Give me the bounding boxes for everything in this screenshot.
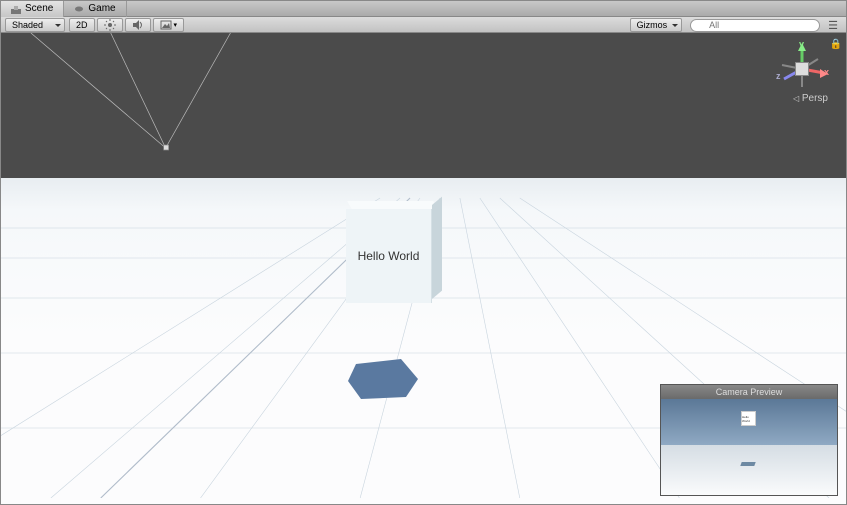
gizmo-z-label: z — [776, 71, 781, 81]
mode-2d-toggle[interactable]: 2D — [69, 18, 95, 32]
sun-icon — [104, 19, 116, 31]
audio-toggle[interactable] — [125, 18, 151, 32]
scene-cube-object[interactable]: Hello World — [346, 201, 446, 303]
gizmo-lock-icon[interactable]: 🔒 — [830, 39, 842, 50]
scene-tab-icon — [11, 4, 21, 14]
shading-mode-label: Shaded — [12, 20, 43, 30]
gizmo-x-label: x — [824, 67, 829, 77]
tab-scene-label: Scene — [25, 3, 53, 14]
projection-label[interactable]: ◁ Persp — [793, 93, 828, 104]
scene-toolbar: Shaded 2D ▾ Gizmos ☰ — [1, 17, 846, 33]
lighting-toggle[interactable] — [97, 18, 123, 32]
camera-preview-body: Hello World — [661, 399, 837, 495]
game-tab-icon — [74, 4, 84, 14]
shading-mode-dropdown[interactable]: Shaded — [5, 18, 65, 32]
gizmos-label: Gizmos — [637, 20, 668, 30]
camera-preview-panel[interactable]: Camera Preview Hello World — [660, 384, 838, 496]
panel-options-icon[interactable]: ☰ — [824, 19, 842, 32]
tab-game[interactable]: Game — [64, 1, 126, 17]
cube-right-face — [432, 197, 442, 299]
tab-bar: Scene Game — [1, 1, 846, 17]
camera-preview-title: Camera Preview — [661, 385, 837, 399]
cube-front-face: Hello World — [346, 209, 432, 303]
search-wrap — [690, 19, 820, 32]
preview-ground — [661, 445, 837, 495]
tab-game-label: Game — [88, 3, 115, 14]
preview-cube: Hello World — [741, 411, 756, 426]
cube-shadow — [346, 349, 426, 404]
scene-viewport[interactable]: Hello World y x z 🔒 ◁ Persp Camera Previ… — [1, 33, 846, 504]
image-icon — [160, 19, 172, 31]
mode-2d-label: 2D — [76, 20, 88, 30]
search-input[interactable] — [690, 19, 820, 32]
fx-toggle[interactable]: ▾ — [153, 18, 185, 32]
tab-scene[interactable]: Scene — [1, 1, 64, 17]
toolbar-right: Gizmos ☰ — [630, 18, 842, 32]
gizmos-dropdown[interactable]: Gizmos — [630, 18, 683, 32]
gizmo-y-label: y — [799, 39, 804, 49]
cube-text: Hello World — [358, 249, 420, 263]
gizmo-center[interactable] — [795, 62, 809, 76]
preview-shadow — [740, 462, 755, 466]
orientation-gizmo[interactable]: y x z — [774, 41, 830, 97]
audio-icon — [132, 19, 144, 31]
